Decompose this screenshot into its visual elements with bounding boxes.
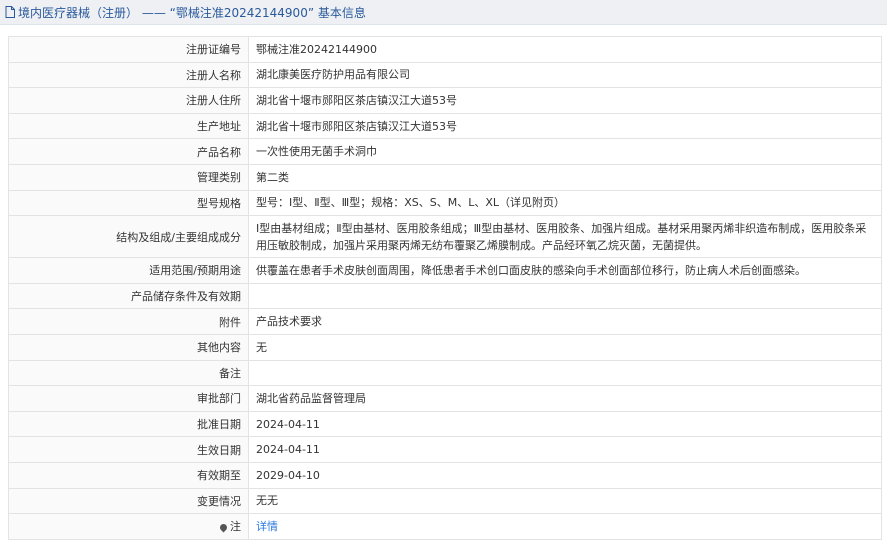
row-value bbox=[248, 282, 882, 310]
table-row: 其他内容 无 bbox=[8, 333, 882, 361]
row-label: 备注 bbox=[8, 359, 249, 387]
note-label-cell: 注 bbox=[8, 513, 249, 540]
row-label: 生效日期 bbox=[8, 436, 249, 463]
row-label: 型号规格 bbox=[8, 189, 249, 217]
row-label: 批准日期 bbox=[8, 410, 249, 438]
pin-icon bbox=[218, 522, 229, 533]
row-value: 无 bbox=[248, 333, 882, 361]
table-row: 有效期至 2029-04-10 bbox=[8, 461, 882, 489]
row-value: 产品技术要求 bbox=[248, 308, 882, 335]
table-row: 变更情况 无无 bbox=[8, 487, 882, 515]
row-value: 2029-04-10 bbox=[248, 461, 882, 489]
row-label: 有效期至 bbox=[8, 461, 249, 489]
table-row: 注册证编号 鄂械注准20242144900 bbox=[8, 36, 882, 63]
row-value: 湖北康美医疗防护用品有限公司 bbox=[248, 61, 882, 89]
row-value: 2024-04-11 bbox=[248, 410, 882, 438]
row-label: 结构及组成/主要组成成分 bbox=[8, 215, 249, 259]
row-value: 一次性使用无菌手术洞巾 bbox=[248, 138, 882, 165]
document-icon bbox=[5, 6, 15, 18]
row-label: 生产地址 bbox=[8, 112, 249, 140]
row-label: 产品储存条件及有效期 bbox=[8, 282, 249, 310]
row-label: 审批部门 bbox=[8, 385, 249, 412]
row-value: 鄂械注准20242144900 bbox=[248, 36, 882, 63]
row-value: 湖北省十堰市郧阳区茶店镇汉江大道53号 bbox=[248, 87, 882, 114]
row-value: 2024-04-11 bbox=[248, 436, 882, 463]
row-value bbox=[248, 359, 882, 387]
row-label: 管理类别 bbox=[8, 163, 249, 191]
table-row: 注册人名称 湖北康美医疗防护用品有限公司 bbox=[8, 61, 882, 89]
table-row: 注册人住所 湖北省十堰市郧阳区茶店镇汉江大道53号 bbox=[8, 87, 882, 114]
table-row: 结构及组成/主要组成成分 Ⅰ型由基材组成；Ⅱ型由基材、医用胶条组成；Ⅲ型由基材、… bbox=[8, 215, 882, 259]
row-value: 供覆盖在患者手术皮肤创面周围，降低患者手术创口面皮肤的感染向手术创面部位移行，防… bbox=[248, 257, 882, 284]
info-table: 注册证编号 鄂械注准20242144900 注册人名称 湖北康美医疗防护用品有限… bbox=[8, 36, 882, 540]
table-row: 型号规格 型号：Ⅰ型、Ⅱ型、Ⅲ型；规格：XS、S、M、L、XL（详见附页） bbox=[8, 189, 882, 217]
table-row: 批准日期 2024-04-11 bbox=[8, 410, 882, 438]
table-row: 附件 产品技术要求 bbox=[8, 308, 882, 335]
row-label: 注册人名称 bbox=[8, 61, 249, 89]
table-row: 适用范围/预期用途 供覆盖在患者手术皮肤创面周围，降低患者手术创口面皮肤的感染向… bbox=[8, 257, 882, 284]
table-row: 产品储存条件及有效期 bbox=[8, 282, 882, 310]
table-row-note: 注 详情 bbox=[8, 513, 882, 540]
row-label: 其他内容 bbox=[8, 333, 249, 361]
table-row: 管理类别 第二类 bbox=[8, 163, 882, 191]
row-value: 第二类 bbox=[248, 163, 882, 191]
page-title: 境内医疗器械（注册） —— “鄂械注准20242144900” 基本信息 bbox=[18, 5, 366, 20]
table-row: 备注 bbox=[8, 359, 882, 387]
note-value-cell: 详情 bbox=[248, 513, 882, 540]
row-value: 湖北省十堰市郧阳区茶店镇汉江大道53号 bbox=[248, 112, 882, 140]
row-label: 附件 bbox=[8, 308, 249, 335]
row-value: 型号：Ⅰ型、Ⅱ型、Ⅲ型；规格：XS、S、M、L、XL（详见附页） bbox=[248, 189, 882, 217]
table-row: 审批部门 湖北省药品监督管理局 bbox=[8, 385, 882, 412]
table-row: 产品名称 一次性使用无菌手术洞巾 bbox=[8, 138, 882, 165]
row-label: 产品名称 bbox=[8, 138, 249, 165]
row-value: 无无 bbox=[248, 487, 882, 515]
table-row: 生产地址 湖北省十堰市郧阳区茶店镇汉江大道53号 bbox=[8, 112, 882, 140]
note-label: 注 bbox=[230, 520, 241, 534]
page-header: 境内医疗器械（注册） —— “鄂械注准20242144900” 基本信息 bbox=[0, 0, 887, 25]
details-link[interactable]: 详情 bbox=[256, 520, 278, 533]
row-label: 注册证编号 bbox=[8, 36, 249, 63]
row-value: 湖北省药品监督管理局 bbox=[248, 385, 882, 412]
row-label: 注册人住所 bbox=[8, 87, 249, 114]
row-value: Ⅰ型由基材组成；Ⅱ型由基材、医用胶条组成；Ⅲ型由基材、医用胶条、加强片组成。基材… bbox=[248, 215, 882, 259]
info-table-container: 注册证编号 鄂械注准20242144900 注册人名称 湖北康美医疗防护用品有限… bbox=[8, 36, 882, 540]
row-label: 适用范围/预期用途 bbox=[8, 257, 249, 284]
table-row: 生效日期 2024-04-11 bbox=[8, 436, 882, 463]
row-label: 变更情况 bbox=[8, 487, 249, 515]
